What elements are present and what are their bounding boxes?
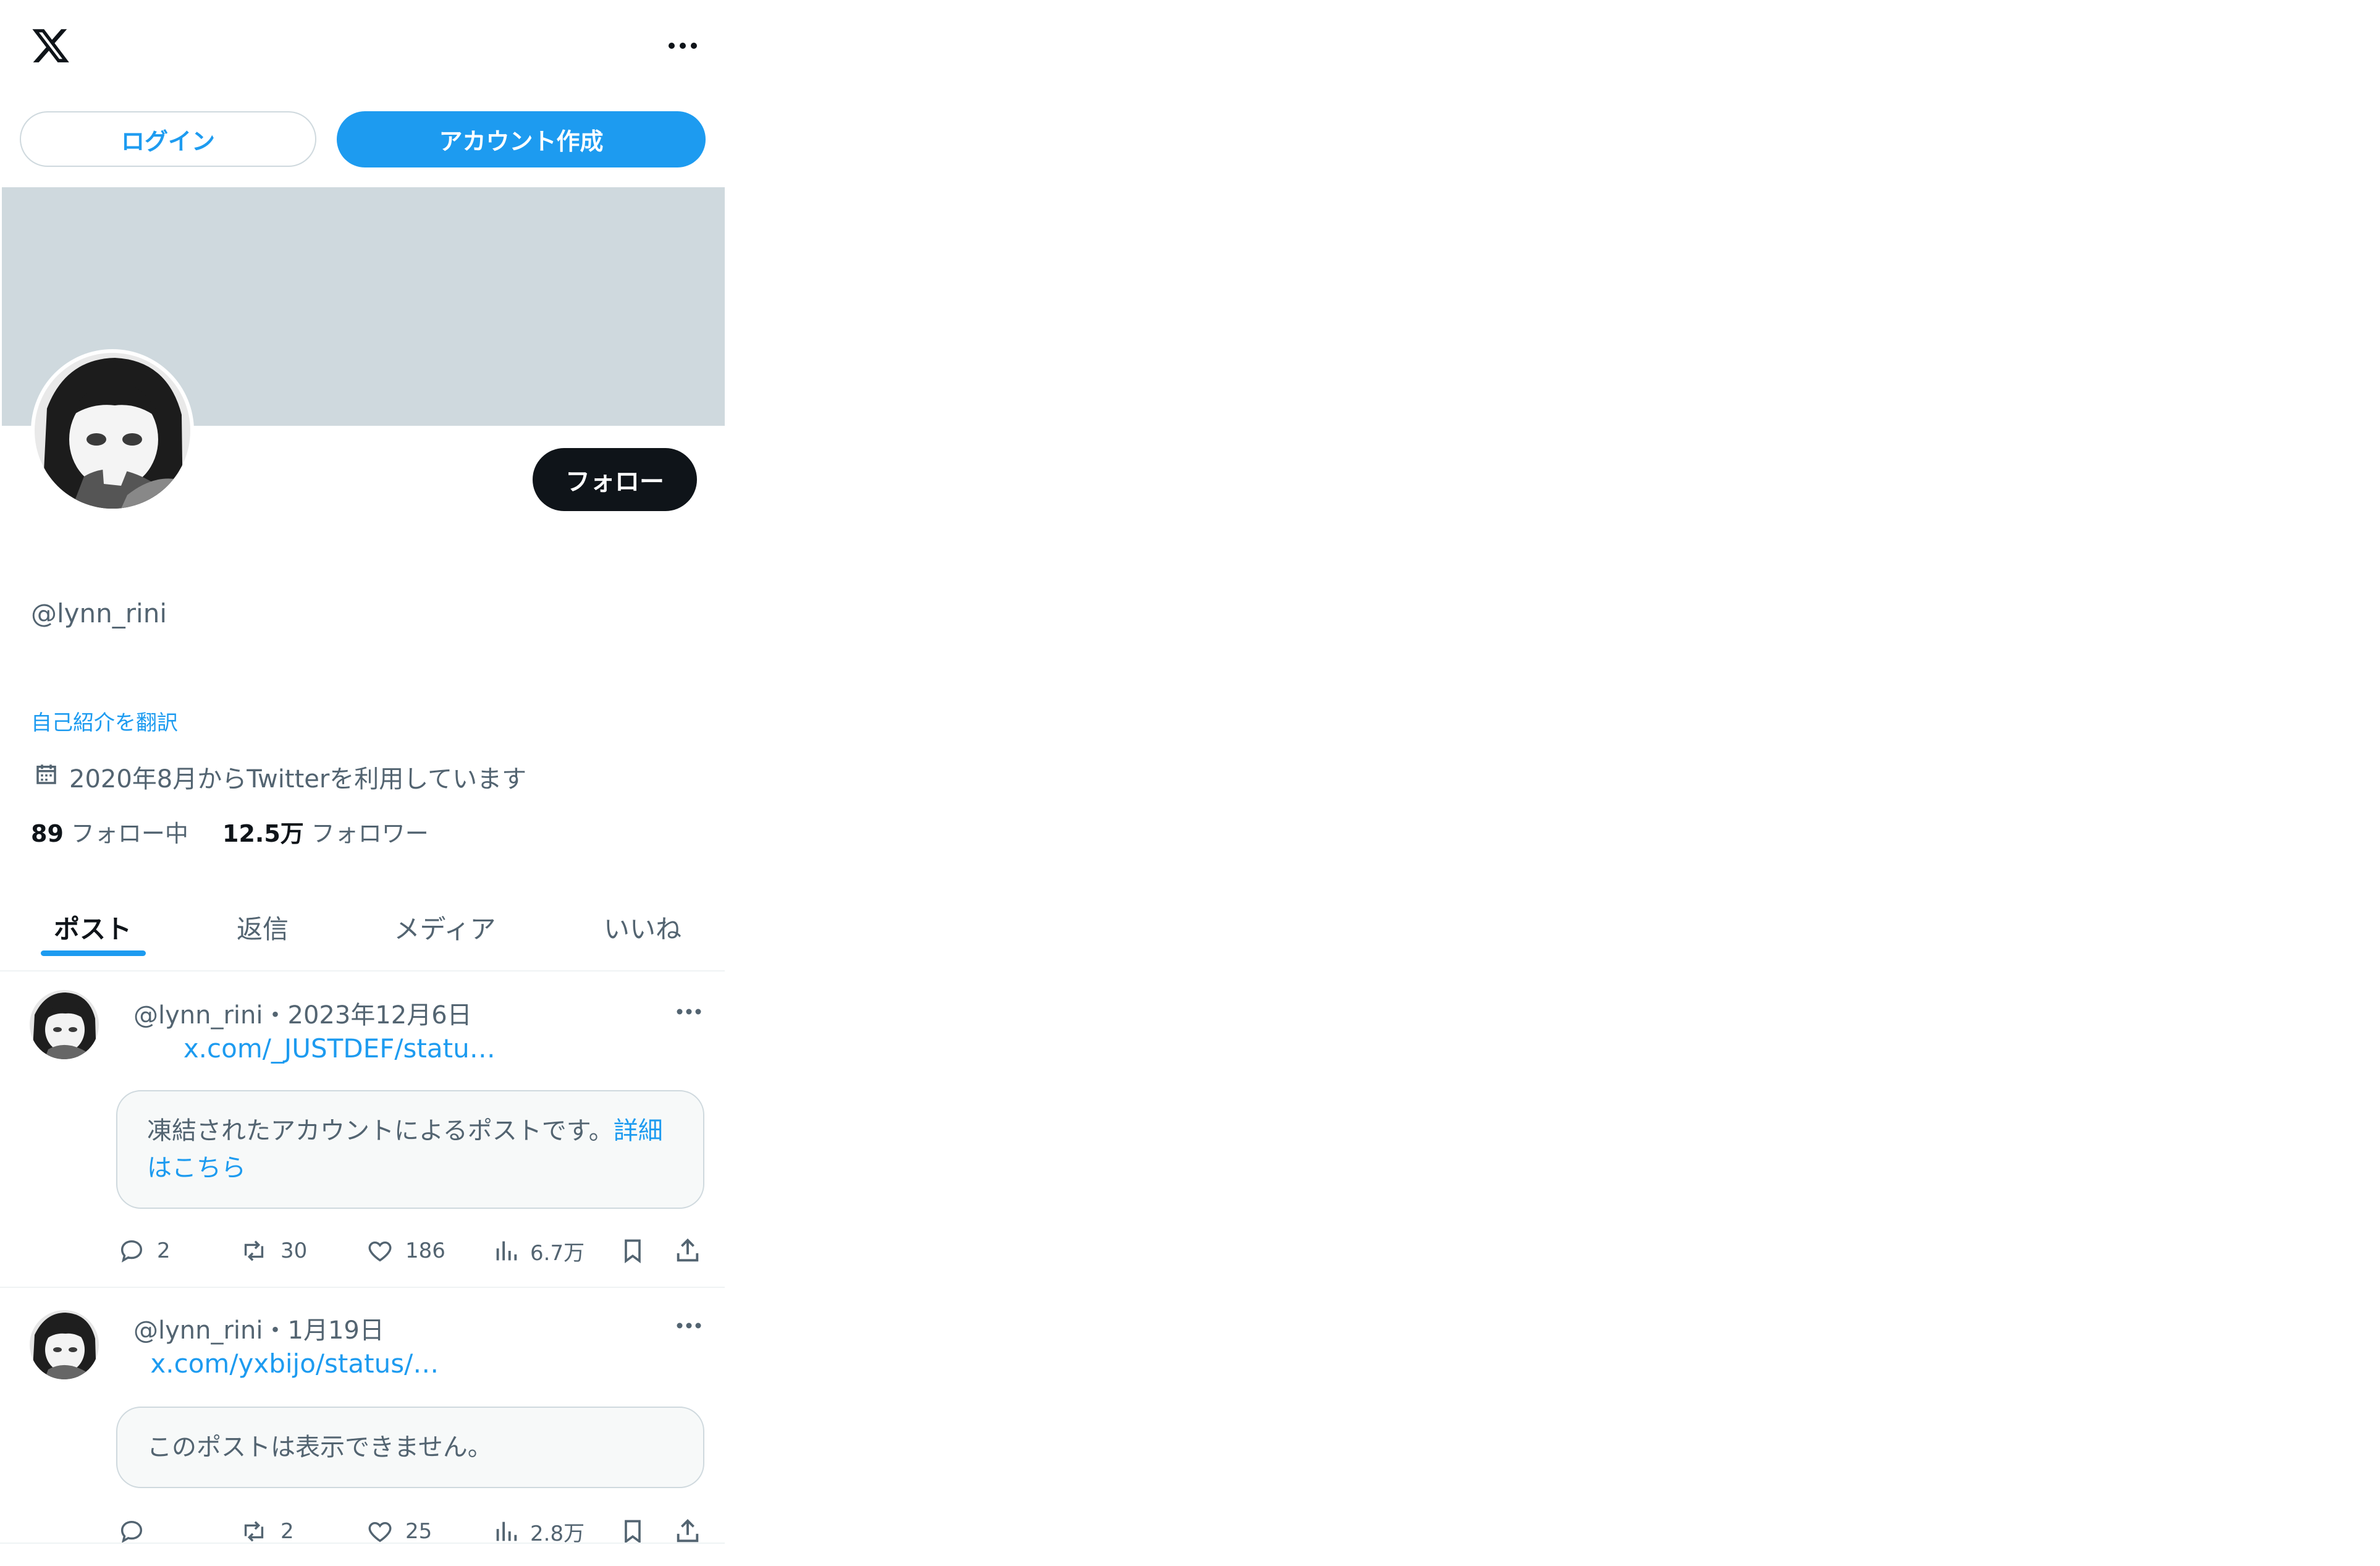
- quoted-post-unavailable[interactable]: 凍結されたアカウントによるポストです。詳細はこちら: [116, 1090, 704, 1209]
- profile-avatar[interactable]: [31, 349, 194, 512]
- post-more-icon[interactable]: [667, 996, 711, 1027]
- like-count: 25: [405, 1519, 433, 1544]
- post-header: @lynn_rini ・ 2023年12月6日: [117, 995, 472, 1031]
- post-link[interactable]: x.com/yxbijo/status/…: [150, 1348, 439, 1379]
- post-separator: ・: [263, 1316, 288, 1345]
- reply-icon: [120, 1240, 143, 1263]
- more-horizontal-icon[interactable]: [661, 27, 704, 64]
- like-button[interactable]: 25: [366, 1512, 432, 1551]
- post-date[interactable]: 1月19日: [288, 1310, 384, 1346]
- signup-button[interactable]: アカウント作成: [337, 111, 706, 167]
- views-button[interactable]: 2.8万: [492, 1512, 584, 1551]
- reply-button[interactable]: [117, 1512, 157, 1551]
- bookmark-icon[interactable]: [615, 1512, 650, 1551]
- post-text: x.com/yxbijo/status/…: [117, 1348, 439, 1379]
- post-divider: [0, 1543, 725, 1544]
- post-author-avatar[interactable]: [30, 1310, 99, 1379]
- translate-bio-link[interactable]: 自己紹介を翻訳: [31, 706, 178, 736]
- post-author-handle[interactable]: @lynn_rini: [133, 1316, 263, 1345]
- post-actions: 2 30 186 6.7万: [117, 1231, 711, 1271]
- follow-button[interactable]: フォロー: [533, 448, 697, 511]
- avatar-image: [35, 353, 190, 509]
- post-item[interactable]: @lynn_rini ・ 1月19日 x.com/yxbijo/status/……: [0, 1288, 725, 1566]
- view-count: 6.7万: [530, 1240, 585, 1266]
- reply-icon: [120, 1520, 143, 1543]
- quoted-post-unavailable[interactable]: このポストは表示できません。: [116, 1407, 704, 1488]
- tab-media[interactable]: メディア: [358, 890, 531, 964]
- post-text: x.com/_JUSTDEF/statu…: [117, 1033, 496, 1064]
- followers-label: フォロワー: [311, 820, 429, 847]
- post-author-handle[interactable]: @lynn_rini: [133, 1001, 263, 1030]
- share-icon[interactable]: [670, 1231, 705, 1271]
- post-more-icon[interactable]: [667, 1310, 711, 1341]
- views-chart-icon: [496, 1522, 517, 1541]
- active-tab-indicator: [41, 950, 146, 956]
- repost-button[interactable]: 30: [238, 1231, 307, 1271]
- post-date[interactable]: 2023年12月6日: [288, 995, 472, 1031]
- reply-count: 2: [157, 1238, 171, 1263]
- calendar-icon: [32, 760, 61, 789]
- followers-count: 12.5万: [222, 820, 304, 847]
- following-count: 89: [31, 820, 64, 847]
- repost-count: 2: [281, 1519, 294, 1544]
- reply-button[interactable]: 2: [117, 1231, 171, 1271]
- display-name: [31, 551, 43, 583]
- following-label: フォロー中: [70, 820, 188, 847]
- x-logo-icon[interactable]: [26, 23, 75, 68]
- post-body: [117, 1033, 175, 1064]
- repost-icon: [244, 1521, 264, 1542]
- login-button[interactable]: ログイン: [20, 111, 316, 167]
- post-item[interactable]: @lynn_rini ・ 2023年12月6日 x.com/_JUSTDEF/s…: [0, 971, 725, 1287]
- app: ログイン アカウント作成 フォロー @lynn_rini 自己紹介を翻訳 202…: [0, 0, 2380, 1565]
- post-link[interactable]: x.com/_JUSTDEF/statu…: [184, 1033, 496, 1064]
- views-button[interactable]: 6.7万: [492, 1231, 584, 1271]
- profile-column: ログイン アカウント作成 フォロー @lynn_rini 自己紹介を翻訳 202…: [0, 0, 728, 1565]
- joined-date: 2020年8月からTwitterを利用しています: [69, 765, 527, 794]
- quote-message: 凍結されたアカウントによるポストです。: [147, 1117, 614, 1145]
- following-link[interactable]: 89 フォロー中: [31, 815, 188, 849]
- like-count: 186: [405, 1238, 445, 1263]
- profile-bio: [31, 661, 85, 695]
- profile-handle: @lynn_rini: [31, 598, 167, 629]
- views-chart-icon: [496, 1241, 517, 1261]
- repost-button[interactable]: 2: [238, 1512, 294, 1551]
- heart-icon: [368, 1241, 392, 1262]
- repost-icon: [244, 1240, 264, 1261]
- post-body: [117, 1348, 142, 1379]
- heart-icon: [368, 1522, 392, 1543]
- bookmark-icon[interactable]: [615, 1231, 650, 1271]
- like-button[interactable]: 186: [366, 1231, 445, 1271]
- post-header: @lynn_rini ・ 1月19日: [117, 1310, 384, 1346]
- followers-link[interactable]: 12.5万 フォロワー: [222, 815, 429, 849]
- quote-message: このポストは表示できません。: [147, 1433, 492, 1462]
- tab-likes[interactable]: いいね: [553, 890, 732, 964]
- post-author-avatar[interactable]: [30, 990, 99, 1059]
- repost-count: 30: [281, 1238, 308, 1263]
- post-separator: ・: [263, 1001, 288, 1030]
- share-icon[interactable]: [670, 1512, 705, 1551]
- tab-replies[interactable]: 返信: [176, 890, 349, 964]
- post-actions: 2 25 2.8万: [117, 1512, 711, 1551]
